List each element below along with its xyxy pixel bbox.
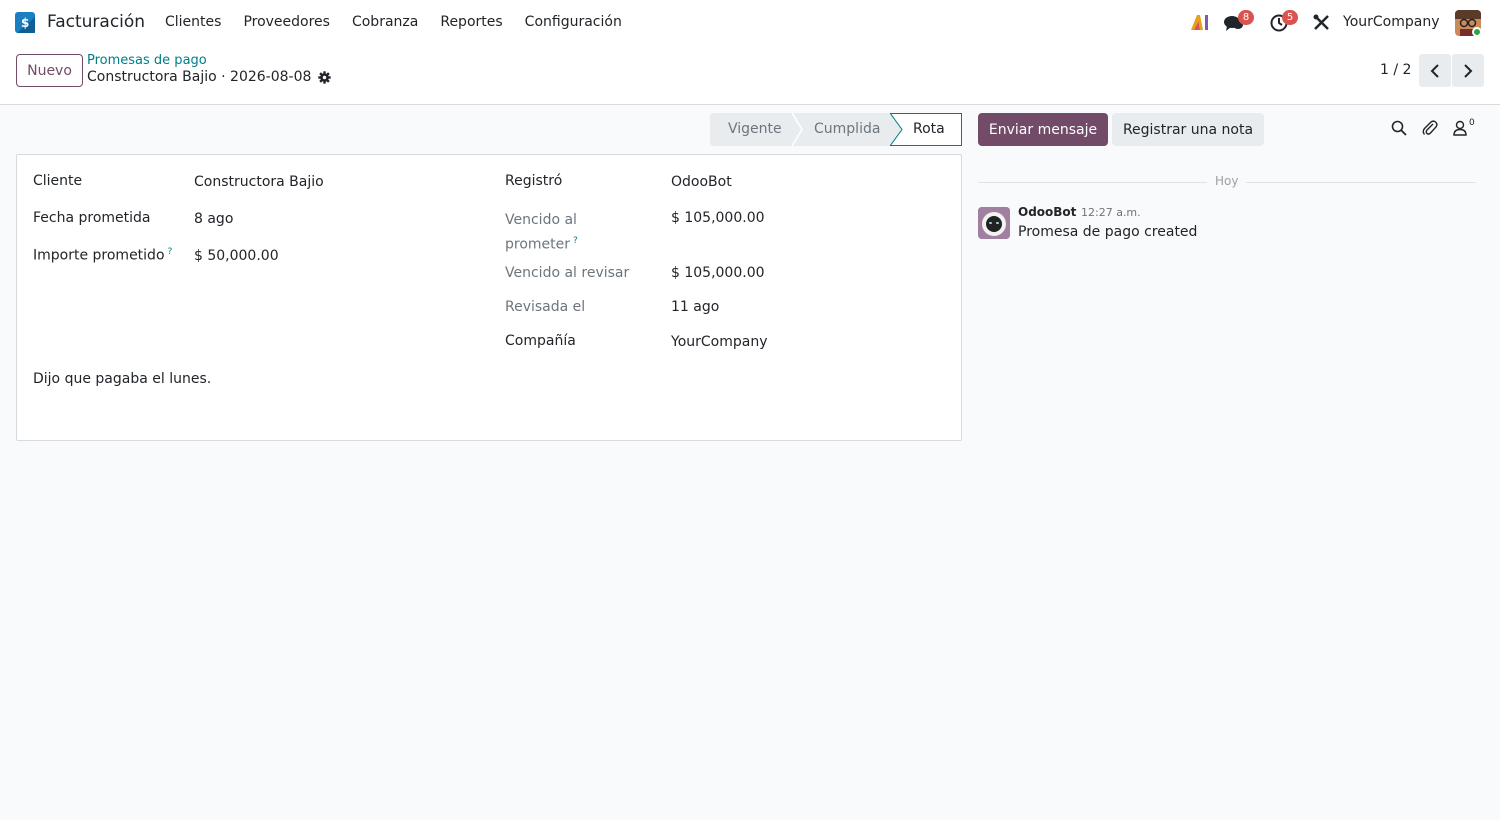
followers-count: 0	[1469, 118, 1475, 128]
help-tooltip-icon[interactable]: ?	[573, 236, 578, 246]
messages-badge: 8	[1238, 10, 1254, 25]
compania-field[interactable]: YourCompany	[671, 334, 768, 350]
control-panel: Nuevo Promesas de pago Constructora Baji…	[0, 46, 1500, 105]
menu-item-clientes[interactable]: Clientes	[165, 14, 221, 30]
followers-icon[interactable]	[1453, 120, 1467, 140]
message-body: Promesa de pago created	[1018, 224, 1198, 240]
svg-text:$: $	[21, 16, 29, 30]
chevron-right-icon	[1464, 63, 1473, 78]
stage-label: Rota	[913, 121, 945, 137]
author-avatar[interactable]	[978, 207, 1010, 239]
notes-field[interactable]: Dijo que pagaba el lunes.	[33, 371, 211, 387]
online-status-icon	[1472, 27, 1482, 37]
paperclip-icon[interactable]	[1422, 120, 1438, 141]
activities-badge: 5	[1282, 10, 1298, 25]
company-switcher[interactable]: YourCompany	[1343, 14, 1440, 30]
help-tooltip-icon[interactable]: ?	[168, 247, 173, 257]
form-sheet: Cliente Constructora Bajio Fecha prometi…	[16, 154, 962, 441]
pager-next-button[interactable]	[1452, 54, 1484, 87]
menu-item-reportes[interactable]: Reportes	[440, 14, 502, 30]
importe-prometido-label: Importe prometido?	[33, 247, 173, 264]
stage-cumplida[interactable]: Cumplida	[804, 113, 890, 146]
fecha-prometida-label: Fecha prometida	[33, 210, 151, 226]
vencido-prometer-field: $ 105,000.00	[671, 210, 765, 226]
vencido-revisar-field: $ 105,000.00	[671, 265, 765, 281]
breadcrumb-parent[interactable]: Promesas de pago	[87, 53, 207, 68]
revisada-label: Revisada el	[505, 299, 586, 315]
stage-label: Vigente	[728, 121, 782, 137]
tools-icon[interactable]	[1313, 14, 1330, 35]
revisada-field: 11 ago	[671, 299, 720, 315]
stage-vigente[interactable]: Vigente	[710, 113, 792, 146]
menu-item-proveedores[interactable]: Proveedores	[243, 14, 330, 30]
new-button[interactable]: Nuevo	[16, 54, 83, 87]
stage-label: Cumplida	[814, 121, 881, 137]
cliente-field[interactable]: Constructora Bajio	[194, 174, 324, 190]
chevron-left-icon	[1430, 63, 1439, 78]
message-time: 12:27 a.m.	[1081, 206, 1141, 219]
app-name[interactable]: Facturación	[47, 12, 145, 32]
statusbar: Vigente Cumplida Rota	[710, 113, 962, 146]
gear-icon[interactable]	[318, 71, 331, 88]
stage-rota[interactable]: Rota	[904, 113, 962, 146]
breadcrumb-current: Constructora Bajio · 2026-08-08	[87, 69, 312, 85]
billing-app-icon[interactable]: $	[15, 11, 37, 34]
log-note-button[interactable]: Registrar una nota	[1112, 113, 1264, 146]
menu-item-cobranza[interactable]: Cobranza	[352, 14, 418, 30]
menu-item-configuracion[interactable]: Configuración	[525, 14, 622, 30]
day-label: Hoy	[1207, 174, 1247, 188]
send-message-button[interactable]: Enviar mensaje	[978, 113, 1108, 146]
vencido-revisar-label: Vencido al revisar	[505, 265, 630, 281]
importe-prometido-field[interactable]: $ 50,000.00	[194, 248, 279, 264]
vencido-prometer-label: Vencido al prometer?	[505, 212, 578, 253]
message-author[interactable]: OdooBot	[1018, 205, 1076, 219]
pager-previous-button[interactable]	[1419, 54, 1451, 87]
stage-separator	[792, 113, 804, 146]
stage-separator	[890, 113, 904, 146]
pager-value[interactable]: 1 / 2	[1380, 62, 1411, 78]
fecha-prometida-field[interactable]: 8 ago	[194, 211, 233, 227]
registro-label: Registró	[505, 173, 563, 189]
ai-icon[interactable]	[1190, 13, 1210, 35]
search-icon[interactable]	[1391, 120, 1407, 140]
compania-label: Compañía	[505, 333, 576, 349]
registro-field: OdooBot	[671, 174, 732, 190]
main-menu: Clientes Proveedores Cobranza Reportes C…	[165, 14, 644, 30]
top-navbar: $ Facturación Clientes Proveedores Cobra…	[0, 0, 1500, 46]
cliente-label: Cliente	[33, 173, 83, 189]
